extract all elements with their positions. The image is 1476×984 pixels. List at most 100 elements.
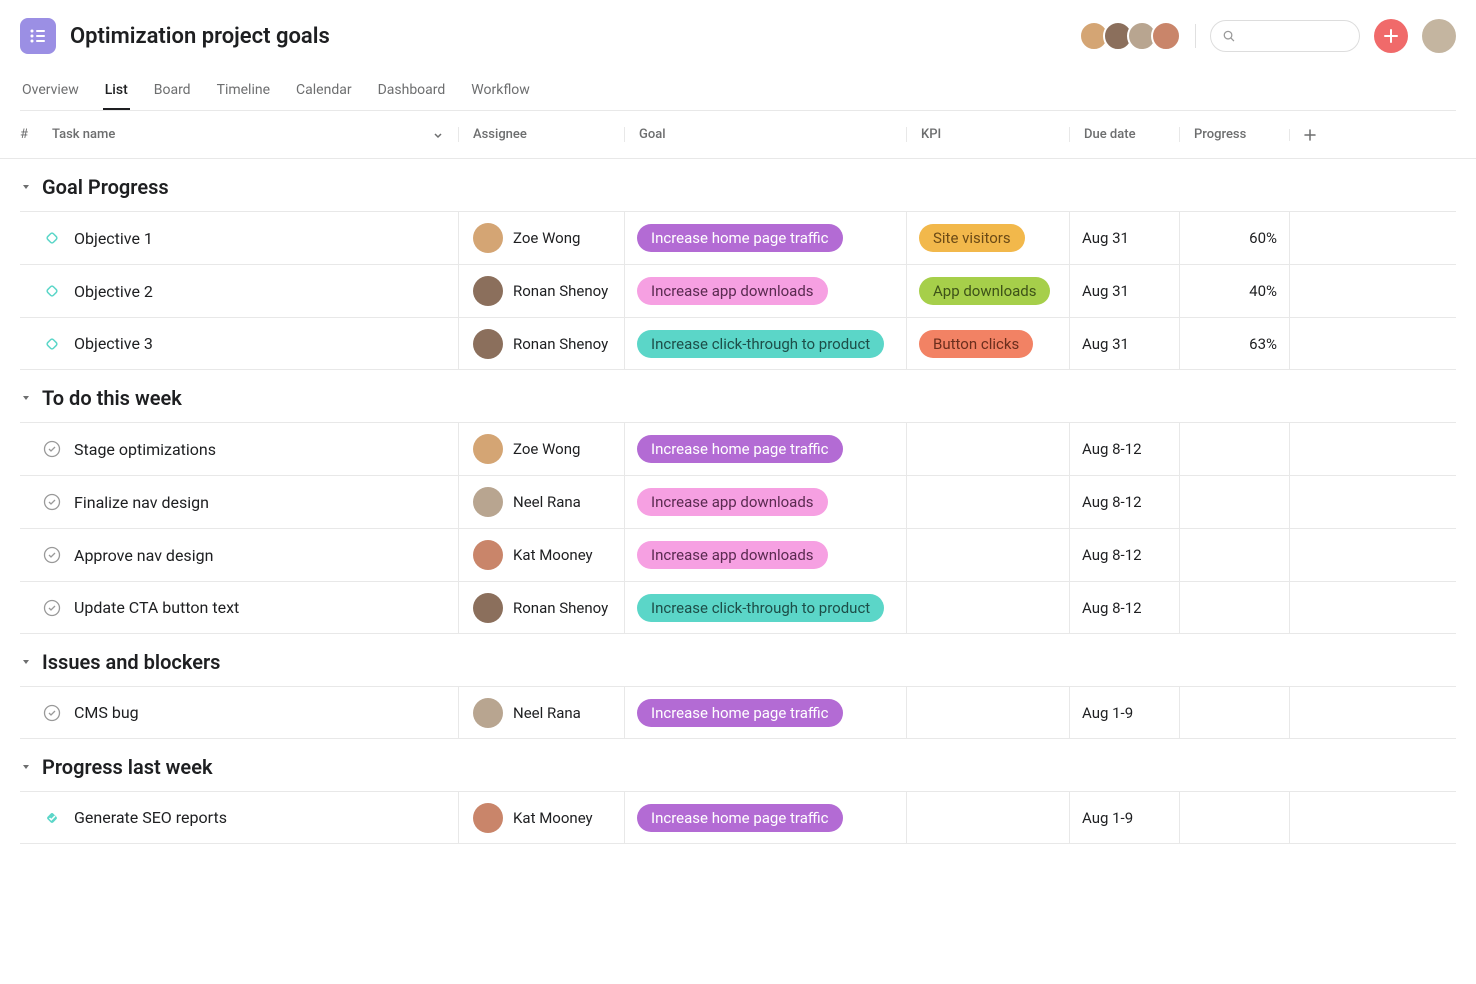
kpi-cell[interactable]: Site visitors	[906, 212, 1069, 264]
goal-cell[interactable]: Increase home page traffic	[624, 792, 906, 843]
column-kpi[interactable]: KPI	[906, 127, 1069, 142]
kpi-cell[interactable]: Button clicks	[906, 318, 1069, 369]
due-date-cell[interactable]: Aug 31	[1069, 318, 1179, 369]
kpi-cell[interactable]: App downloads	[906, 265, 1069, 317]
progress-cell[interactable]: 40%	[1179, 265, 1289, 317]
milestone-icon[interactable]	[42, 228, 62, 248]
due-date-cell[interactable]: Aug 8-12	[1069, 476, 1179, 528]
progress-cell[interactable]: 60%	[1179, 212, 1289, 264]
add-button[interactable]	[1374, 19, 1408, 53]
task-row[interactable]: Update CTA button text Ronan ShenoyIncrea…	[20, 581, 1456, 634]
member-avatar[interactable]	[1151, 21, 1181, 51]
goal-cell[interactable]: Increase home page traffic	[624, 423, 906, 475]
assignee-cell[interactable]: Zoe Wong	[458, 423, 624, 475]
goal-cell[interactable]: Increase home page traffic	[624, 687, 906, 738]
member-avatars[interactable]	[1079, 21, 1181, 51]
task-row[interactable]: Approve nav designKat MooneyIncrease app…	[20, 528, 1456, 581]
assignee-cell[interactable]: Neel Rana	[458, 687, 624, 738]
caret-down-icon[interactable]	[20, 761, 32, 773]
task-row[interactable]: Objective 1Zoe WongIncrease home page tr…	[20, 211, 1456, 264]
progress-cell[interactable]	[1179, 582, 1289, 633]
milestone-icon[interactable]	[42, 334, 62, 354]
tab-calendar[interactable]: Calendar	[294, 72, 354, 110]
due-date-cell[interactable]: Aug 8-12	[1069, 582, 1179, 633]
plus-icon	[1383, 28, 1399, 44]
kpi-cell[interactable]	[906, 687, 1069, 738]
caret-down-icon[interactable]	[20, 656, 32, 668]
goal-cell[interactable]: Increase app downloads	[624, 529, 906, 581]
due-date-cell[interactable]: Aug 31	[1069, 265, 1179, 317]
tab-overview[interactable]: Overview	[20, 72, 81, 110]
assignee-cell[interactable]: Kat Mooney	[458, 529, 624, 581]
column-goal[interactable]: Goal	[624, 127, 906, 142]
check-circle-icon[interactable]	[42, 545, 62, 565]
caret-down-icon[interactable]	[20, 181, 32, 193]
column-due[interactable]: Due date	[1069, 127, 1179, 142]
assignee-cell[interactable]: Neel Rana	[458, 476, 624, 528]
assignee-cell[interactable]: Kat Mooney	[458, 792, 624, 843]
assignee-cell[interactable]: Zoe Wong	[458, 212, 624, 264]
add-column-button[interactable]	[1289, 129, 1456, 141]
project-icon[interactable]	[20, 18, 56, 54]
check-circle-icon[interactable]	[42, 598, 62, 618]
progress-cell[interactable]	[1179, 423, 1289, 475]
due-date-cell[interactable]: Aug 8-12	[1069, 529, 1179, 581]
assignee-cell[interactable]: Ronan Shenoy	[458, 318, 624, 369]
chevron-down-icon[interactable]	[432, 129, 444, 141]
kpi-cell[interactable]	[906, 476, 1069, 528]
check-circle-icon[interactable]	[42, 439, 62, 459]
search-input[interactable]	[1243, 29, 1347, 44]
assignee-name: Kat Mooney	[513, 809, 593, 827]
assignee-cell[interactable]: Ronan Shenoy	[458, 582, 624, 633]
project-title[interactable]: Optimization project goals	[70, 24, 330, 49]
completed-icon[interactable]	[42, 808, 62, 828]
goal-cell[interactable]: Increase click-through to product	[624, 582, 906, 633]
kpi-cell[interactable]	[906, 529, 1069, 581]
task-row[interactable]: CMS bugNeel RanaIncrease home page traff…	[20, 686, 1456, 739]
section-header[interactable]: Goal Progress	[20, 159, 1456, 211]
due-date-cell[interactable]: Aug 8-12	[1069, 423, 1179, 475]
tab-board[interactable]: Board	[152, 72, 193, 110]
task-row[interactable]: Objective 2Ronan ShenoyIncrease app down…	[20, 264, 1456, 317]
progress-cell[interactable]	[1179, 792, 1289, 843]
task-title: Update CTA button text	[74, 598, 239, 617]
due-date-cell[interactable]: Aug 1-9	[1069, 792, 1179, 843]
kpi-cell[interactable]	[906, 792, 1069, 843]
column-task[interactable]: Task name	[40, 127, 458, 142]
task-row[interactable]: Stage optimizationsZoe WongIncrease home…	[20, 422, 1456, 475]
tab-workflow[interactable]: Workflow	[469, 72, 532, 110]
due-date-cell[interactable]: Aug 1-9	[1069, 687, 1179, 738]
goal-cell[interactable]: Increase home page traffic	[624, 212, 906, 264]
kpi-cell[interactable]	[906, 423, 1069, 475]
due-date-cell[interactable]: Aug 31	[1069, 212, 1179, 264]
goal-cell[interactable]: Increase app downloads	[624, 476, 906, 528]
goal-cell[interactable]: Increase app downloads	[624, 265, 906, 317]
caret-down-icon[interactable]	[20, 392, 32, 404]
assignee-cell[interactable]: Ronan Shenoy	[458, 265, 624, 317]
check-circle-icon[interactable]	[42, 703, 62, 723]
assignee-name: Kat Mooney	[513, 546, 593, 564]
section-header[interactable]: To do this week	[20, 370, 1456, 422]
column-assignee[interactable]: Assignee	[458, 127, 624, 142]
profile-avatar[interactable]	[1422, 19, 1456, 53]
goal-cell[interactable]: Increase click-through to product	[624, 318, 906, 369]
progress-cell[interactable]	[1179, 529, 1289, 581]
tab-dashboard[interactable]: Dashboard	[376, 72, 448, 110]
assignee-name: Zoe Wong	[513, 440, 580, 458]
task-row[interactable]: Generate SEO reportsKat MooneyIncrease h…	[20, 791, 1456, 844]
task-row[interactable]: Finalize nav designNeel RanaIncrease app…	[20, 475, 1456, 528]
assignee-avatar	[473, 803, 503, 833]
milestone-icon[interactable]	[42, 281, 62, 301]
column-progress[interactable]: Progress	[1179, 127, 1289, 142]
progress-cell[interactable]	[1179, 476, 1289, 528]
task-row[interactable]: Objective 3Ronan ShenoyIncrease click-th…	[20, 317, 1456, 370]
tab-timeline[interactable]: Timeline	[215, 72, 272, 110]
check-circle-icon[interactable]	[42, 492, 62, 512]
progress-cell[interactable]	[1179, 687, 1289, 738]
progress-cell[interactable]: 63%	[1179, 318, 1289, 369]
tab-list[interactable]: List	[103, 72, 130, 110]
section-header[interactable]: Issues and blockers	[20, 634, 1456, 686]
section-header[interactable]: Progress last week	[20, 739, 1456, 791]
search-box[interactable]	[1210, 20, 1360, 52]
kpi-cell[interactable]	[906, 582, 1069, 633]
